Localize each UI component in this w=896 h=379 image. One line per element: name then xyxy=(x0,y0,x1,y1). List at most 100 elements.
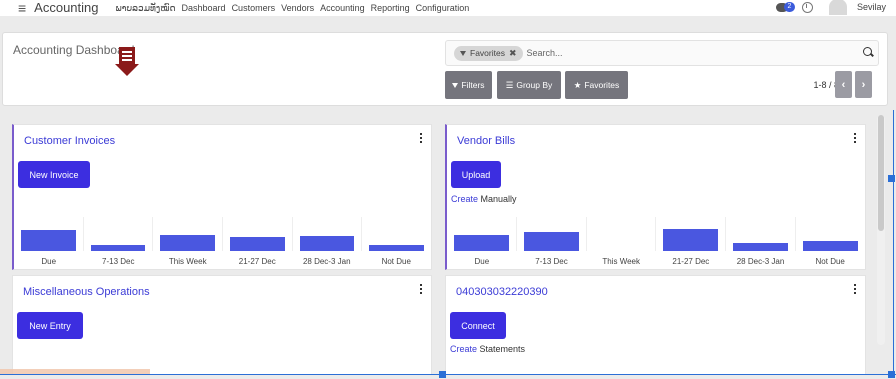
arrow-head xyxy=(115,64,139,76)
menu-item-customers[interactable]: Customers xyxy=(232,3,276,14)
remove-facet-icon[interactable]: ✖ xyxy=(509,48,517,59)
invoices-graph-column[interactable] xyxy=(153,217,224,251)
arrow-line xyxy=(122,55,132,57)
bills-graph-bar[interactable] xyxy=(663,228,719,251)
bills-graph-bar[interactable] xyxy=(803,240,859,251)
card-title[interactable]: Miscellaneous Operations xyxy=(23,286,150,298)
bills-graph-label: 21-27 Dec xyxy=(672,257,710,266)
invoices-graph-column[interactable] xyxy=(362,217,431,251)
bills-graph-label: This Week xyxy=(602,257,640,266)
invoices-graph-label: 7-13 Dec xyxy=(102,257,135,266)
invoices-graph-bar[interactable] xyxy=(20,229,76,251)
control-panel: Accounting Dashboard Favorites ✖ Filters… xyxy=(2,32,888,106)
search-input[interactable] xyxy=(526,48,817,58)
invoices-graph-column[interactable] xyxy=(84,217,154,251)
bills-graph[interactable] xyxy=(447,217,865,251)
card-title[interactable]: Customer Invoices xyxy=(24,135,115,147)
card-kebab-menu-icon[interactable] xyxy=(420,133,423,143)
menu-item-dashboard[interactable]: Dashboard xyxy=(182,3,226,14)
invoices-graph-bar[interactable] xyxy=(299,235,355,251)
new-entry-button[interactable]: New Entry xyxy=(17,312,83,339)
invoices-graph-column[interactable] xyxy=(14,217,84,251)
invoices-graph-bar[interactable] xyxy=(160,234,216,251)
create-statements-text: Create Statements xyxy=(450,344,525,354)
invoices-graph[interactable] xyxy=(14,217,431,251)
bills-graph-bar[interactable] xyxy=(453,234,509,251)
chevron-right-icon: › xyxy=(861,78,866,91)
bills-graph-column[interactable] xyxy=(517,217,587,251)
vertical-scrollbar[interactable] xyxy=(877,115,885,345)
card-kebab-menu-icon[interactable] xyxy=(420,284,423,294)
group-by-button[interactable]: ☰ Group By xyxy=(497,71,561,99)
star-icon: ★ xyxy=(573,79,582,90)
arrow-line xyxy=(122,59,132,61)
app-title[interactable]: Accounting xyxy=(34,1,98,14)
invoices-graph-labels: Due 7-13 Dec This Week 21-27 Dec 28 Dec-3 Ja… xyxy=(14,257,431,266)
filters-button[interactable]: Filters xyxy=(445,71,492,99)
menu-item-reporting[interactable]: Reporting xyxy=(371,3,410,14)
search-icon[interactable] xyxy=(863,47,872,56)
upload-button[interactable]: Upload xyxy=(451,161,501,188)
invoices-graph-label: Not Due xyxy=(381,257,411,266)
create-link-suffix: Statements xyxy=(479,344,526,354)
favorites-button[interactable]: ★ Favorites xyxy=(565,71,628,99)
invoices-graph-bar[interactable] xyxy=(229,236,285,251)
invoices-graph-label: Due xyxy=(41,257,57,266)
selection-handle[interactable] xyxy=(888,175,895,182)
invoices-graph-bar[interactable] xyxy=(90,244,146,251)
top-navbar: ≡ Accounting ພາບລວມທັງໝົດ Dashboard Cust… xyxy=(0,0,896,16)
create-link[interactable]: Create xyxy=(450,344,477,354)
systray: 2 Sevilay xyxy=(775,0,886,15)
activity-clock-icon[interactable] xyxy=(801,1,813,13)
filter-funnel-icon xyxy=(452,82,459,88)
bank-journal-card: 040303032220390 Connect Create Statement… xyxy=(445,275,866,375)
bills-graph-label: Due xyxy=(474,257,490,266)
bills-graph-column[interactable] xyxy=(587,217,657,251)
bills-graph-label: 7-13 Dec xyxy=(535,257,568,266)
search-facet[interactable]: Favorites ✖ xyxy=(454,45,523,61)
selection-handle[interactable] xyxy=(439,371,446,378)
avatar[interactable] xyxy=(828,0,847,15)
bills-graph-column[interactable] xyxy=(726,217,797,251)
menu-item-accounting[interactable]: Accounting xyxy=(320,3,365,14)
create-link[interactable]: Create xyxy=(451,194,478,204)
chat-icon[interactable]: 2 xyxy=(775,1,796,13)
card-kebab-menu-icon[interactable] xyxy=(854,133,857,143)
bills-graph-column[interactable] xyxy=(656,217,727,251)
pager-next-button[interactable]: › xyxy=(855,71,872,98)
pager-previous-button[interactable]: ‹ xyxy=(835,71,852,98)
menu-item-vendors[interactable]: Vendors xyxy=(281,3,314,14)
bills-graph-labels: Due 7-13 Dec This Week 21-27 Dec 28 Dec-3 Ja… xyxy=(447,257,865,266)
invoices-graph-bar[interactable] xyxy=(369,244,425,251)
group-by-label: Group By xyxy=(516,80,553,90)
invoices-graph-column[interactable] xyxy=(223,217,293,251)
card-title[interactable]: Vendor Bills xyxy=(457,135,515,147)
invoices-graph-label: 28 Dec-3 Jan xyxy=(302,257,351,266)
bills-graph-label: Not Due xyxy=(815,257,845,266)
bills-graph-column[interactable] xyxy=(796,217,865,251)
menu-item-configuration[interactable]: Configuration xyxy=(416,3,470,14)
menu-toggle-icon[interactable]: ≡ xyxy=(18,1,26,15)
connect-button[interactable]: Connect xyxy=(450,312,506,339)
vendor-bills-card: Vendor Bills Upload Create Manually Due 7… xyxy=(445,124,866,270)
username[interactable]: Sevilay xyxy=(857,2,886,12)
new-invoice-button[interactable]: New Invoice xyxy=(18,161,90,188)
invoices-graph-column[interactable] xyxy=(293,217,363,251)
card-kebab-menu-icon[interactable] xyxy=(854,284,857,294)
scrollbar-thumb[interactable] xyxy=(878,115,884,231)
card-title[interactable]: 040303032220390 xyxy=(456,286,548,298)
selection-handle[interactable] xyxy=(888,371,895,378)
bills-graph-bar[interactable] xyxy=(733,242,789,251)
invoices-graph-label: 21-27 Dec xyxy=(238,257,276,266)
arrow-down-icon xyxy=(115,47,139,81)
menu-item-overview[interactable]: ພາບລວມທັງໝົດ xyxy=(116,3,176,14)
bills-graph-column[interactable] xyxy=(447,217,517,251)
selection-outline xyxy=(893,110,894,376)
bills-graph-label: 28 Dec-3 Jan xyxy=(736,257,785,266)
filters-label: Filters xyxy=(461,80,485,90)
favorites-label: Favorites xyxy=(584,80,620,90)
search-bar: Favorites ✖ xyxy=(445,40,879,66)
bills-graph-bar[interactable] xyxy=(523,232,579,251)
filter-funnel-icon xyxy=(460,50,466,56)
invoices-graph-label: This Week xyxy=(168,257,207,266)
